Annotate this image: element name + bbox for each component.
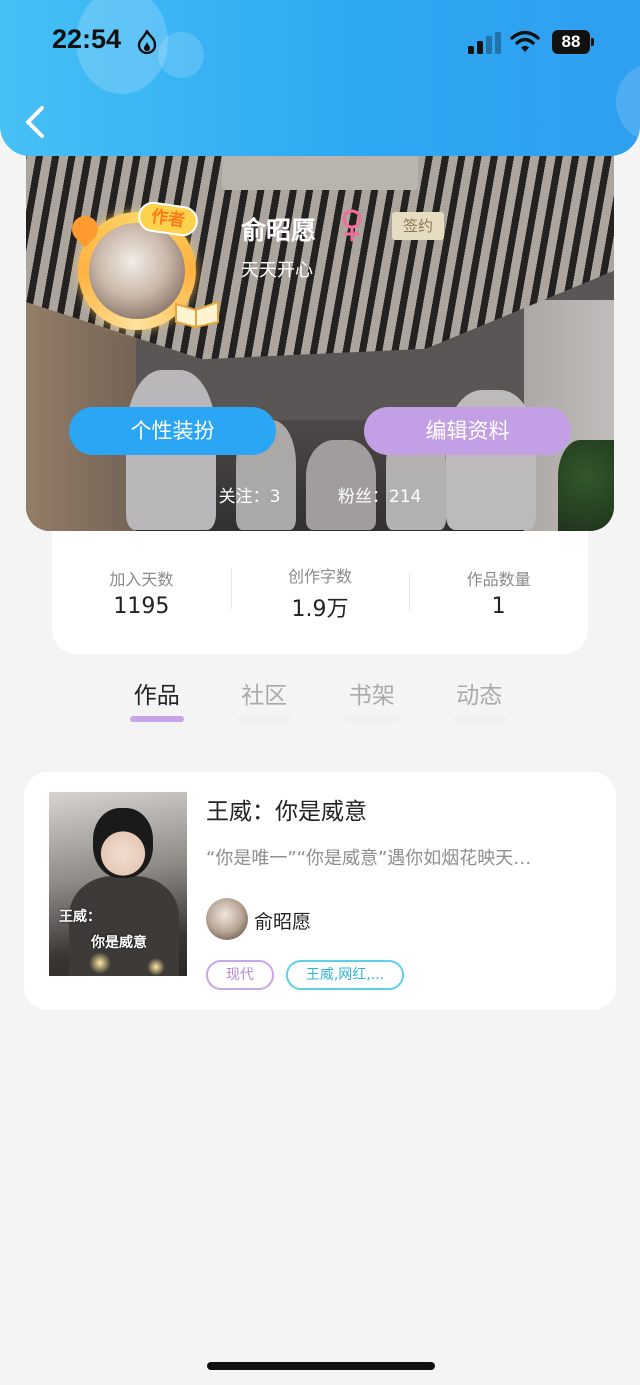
cover-text-line: 王威： bbox=[59, 909, 101, 925]
cellular-signal-icon bbox=[468, 32, 501, 54]
tab-label: 社区 bbox=[241, 683, 288, 709]
stat-value: 1.9万 bbox=[291, 596, 349, 622]
cover-title-text: 王威： 你是威意 bbox=[59, 904, 147, 956]
tab-community[interactable]: 社区 bbox=[211, 672, 319, 732]
tab-indicator bbox=[345, 716, 399, 722]
decor-bubble bbox=[158, 32, 204, 78]
following-count[interactable]: 关注：3 bbox=[219, 487, 281, 507]
work-description: “你是唯一”“你是威意”遇你如烟花映天… bbox=[206, 848, 532, 869]
decor-bubble bbox=[616, 62, 640, 142]
status-time: 22:54 bbox=[52, 24, 122, 54]
follow-stats: 关注：3 粉丝：214 bbox=[26, 482, 614, 507]
header-bar: 22:54 88 bbox=[0, 0, 640, 156]
user-bio: 天天开心 bbox=[241, 260, 313, 281]
stat-words-written: 创作字数 1.9万 bbox=[230, 563, 410, 623]
stat-works-count: 作品数量 1 bbox=[409, 566, 588, 619]
stats-card: 加入天数 1195 创作字数 1.9万 作品数量 1 bbox=[52, 531, 588, 654]
female-gender-icon bbox=[342, 209, 362, 242]
tab-label: 作品 bbox=[133, 683, 180, 709]
flame-icon bbox=[137, 30, 157, 54]
work-card[interactable]: 王威： 你是威意 王威：你是威意 “你是唯一”“你是威意”遇你如烟花映天… 俞昭… bbox=[24, 772, 616, 1010]
edit-profile-button[interactable]: 编辑资料 bbox=[364, 407, 571, 455]
profile-banner: 作者 俞昭愿 签约 天天开心 个性装扮 编辑资料 关注：3 粉丝：214 bbox=[26, 120, 614, 531]
stat-value: 1 bbox=[491, 594, 506, 619]
avatar-photo bbox=[89, 223, 185, 319]
wifi-icon bbox=[510, 30, 540, 52]
tab-label: 动态 bbox=[456, 683, 503, 709]
tab-works[interactable]: 作品 bbox=[103, 672, 211, 732]
keyword-tag[interactable]: 王威,网红,... bbox=[286, 960, 404, 990]
tab-indicator bbox=[237, 716, 292, 722]
username: 俞昭愿 bbox=[241, 216, 317, 245]
stat-label: 创作字数 bbox=[288, 566, 353, 586]
stat-label: 加入天数 bbox=[109, 570, 174, 589]
sparkle-decor bbox=[89, 952, 111, 974]
decorate-button[interactable]: 个性装扮 bbox=[69, 407, 276, 455]
work-title[interactable]: 王威：你是威意 bbox=[206, 792, 367, 826]
profile-tabs: 作品 社区 书架 动态 bbox=[103, 672, 533, 732]
stat-days-joined: 加入天数 1195 bbox=[52, 566, 231, 619]
stat-value: 1195 bbox=[113, 594, 170, 619]
author-avatar bbox=[206, 898, 248, 940]
battery-level: 88 bbox=[552, 30, 590, 54]
genre-tag[interactable]: 现代 bbox=[206, 960, 274, 990]
battery-indicator: 88 bbox=[552, 30, 594, 54]
followers-count[interactable]: 粉丝：214 bbox=[338, 487, 421, 507]
tab-indicator bbox=[452, 716, 507, 722]
cover-figure bbox=[93, 808, 153, 878]
user-avatar[interactable]: 作者 bbox=[66, 199, 219, 330]
book-cover[interactable]: 王威： 你是威意 bbox=[49, 792, 187, 976]
work-author-name: 俞昭愿 bbox=[254, 911, 312, 933]
tab-activity[interactable]: 动态 bbox=[426, 672, 534, 732]
battery-tip bbox=[591, 38, 594, 46]
stat-label: 作品数量 bbox=[466, 570, 531, 589]
signed-badge: 签约 bbox=[392, 212, 444, 240]
book-icon bbox=[175, 300, 219, 328]
home-indicator bbox=[207, 1362, 435, 1370]
tab-bookshelf[interactable]: 书架 bbox=[318, 672, 426, 732]
tab-indicator bbox=[130, 716, 184, 722]
tab-label: 书架 bbox=[348, 683, 395, 709]
sparkle-decor bbox=[147, 958, 165, 976]
back-arrow-icon[interactable] bbox=[22, 104, 48, 140]
